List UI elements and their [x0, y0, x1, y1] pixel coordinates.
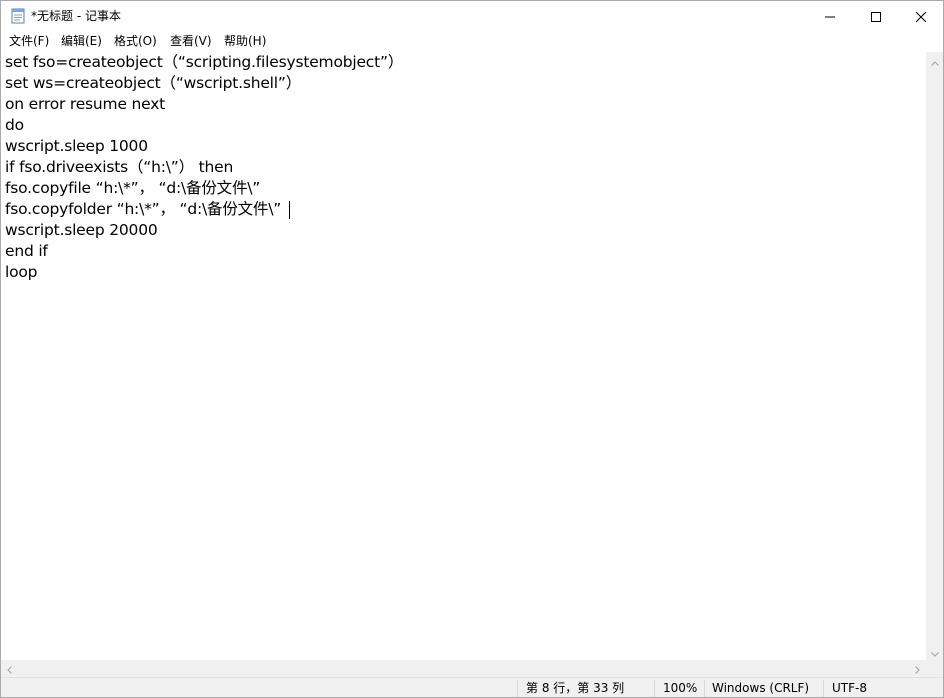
minimize-button[interactable] — [807, 1, 853, 31]
scroll-right-button[interactable] — [909, 660, 926, 677]
maximize-button[interactable] — [853, 1, 899, 31]
title-bar[interactable]: *无标题 - 记事本 — [1, 1, 943, 31]
notepad-window: *无标题 - 记事本 文件(F) 编辑(E) 格式(O) 查看(V) 帮助(H)… — [0, 0, 944, 698]
editor-line: fso.copyfolder “h:\*”， “d:\备份文件\” — [5, 200, 282, 218]
menu-format[interactable]: 格式(O) — [114, 33, 157, 50]
scroll-down-button[interactable] — [926, 643, 943, 660]
close-button[interactable] — [898, 1, 943, 31]
editor-line: on error resume next — [5, 95, 166, 113]
text-caret — [289, 201, 290, 219]
menu-edit[interactable]: 编辑(E) — [61, 33, 102, 50]
chevron-up-icon — [930, 51, 939, 70]
text-editor[interactable]: set fso=createobject（“scripting.filesyst… — [1, 52, 926, 660]
menu-file[interactable]: 文件(F) — [9, 33, 49, 50]
scroll-left-button[interactable] — [1, 660, 18, 677]
maximize-icon — [871, 7, 881, 26]
editor-line: fso.copyfile “h:\*”， “d:\备份文件\” — [5, 179, 261, 197]
chevron-down-icon — [930, 642, 939, 661]
status-divider — [704, 680, 705, 697]
editor-line: if fso.driveexists（“h:\”） then — [5, 158, 234, 176]
zoom-level: 100% — [663, 681, 698, 695]
editor-line: set fso=createobject（“scripting.filesyst… — [5, 53, 404, 71]
editor-line: wscript.sleep 1000 — [5, 137, 148, 155]
status-divider — [654, 680, 655, 697]
status-bar: 第 8 行，第 33 列 100% Windows (CRLF) UTF-8 — [1, 677, 943, 697]
editor-line: end if — [5, 242, 48, 260]
notepad-icon — [11, 8, 25, 24]
editor-line: do — [5, 116, 24, 134]
cursor-position: 第 8 行，第 33 列 — [526, 681, 625, 695]
menu-bar: 文件(F) 编辑(E) 格式(O) 查看(V) 帮助(H) — [1, 31, 943, 51]
scroll-corner — [926, 660, 943, 677]
editor-line: wscript.sleep 20000 — [5, 221, 158, 239]
horizontal-scrollbar[interactable] — [1, 660, 926, 677]
close-icon — [915, 7, 927, 26]
editor-line: set ws=createobject（“wscript.shell”） — [5, 74, 302, 92]
menu-view[interactable]: 查看(V) — [170, 33, 212, 50]
chevron-right-icon — [915, 659, 920, 678]
scroll-up-button[interactable] — [926, 52, 943, 69]
menu-help[interactable]: 帮助(H) — [224, 33, 266, 50]
status-divider — [823, 680, 824, 697]
encoding: UTF-8 — [832, 681, 867, 695]
status-divider — [517, 680, 518, 697]
line-ending: Windows (CRLF) — [712, 681, 810, 695]
window-title: *无标题 - 记事本 — [31, 9, 121, 23]
chevron-left-icon — [7, 659, 12, 678]
vertical-scrollbar[interactable] — [926, 52, 943, 660]
editor-line: loop — [5, 263, 38, 281]
minimize-icon — [825, 7, 835, 26]
